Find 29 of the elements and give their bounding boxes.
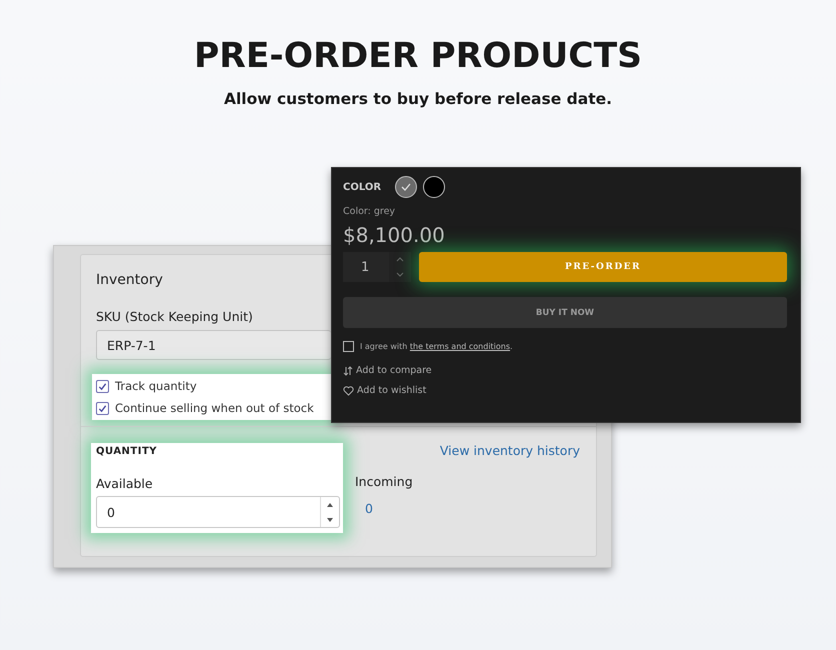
quantity-field[interactable]: 1	[343, 252, 411, 282]
compare-link[interactable]: Add to compare	[343, 365, 787, 376]
checkbox-label: Continue selling when out of stock	[115, 401, 314, 415]
section-heading: QUANTITY	[96, 446, 158, 457]
heart-icon	[343, 386, 354, 396]
terms-link[interactable]: the terms and conditions	[410, 342, 510, 351]
number-field[interactable]: 0	[96, 496, 340, 528]
agree-text: I agree with the terms and conditions.	[360, 342, 513, 351]
field-label: SKU (Stock Keeping Unit)	[96, 309, 253, 324]
incoming-value: 0	[365, 501, 374, 516]
color-swatch[interactable]	[395, 176, 418, 198]
checkbox[interactable]	[343, 341, 354, 352]
buy-now-button[interactable]: BUY IT NOW	[343, 297, 787, 328]
compare-icon	[343, 366, 353, 376]
sku-field[interactable]: ERP-7-1	[96, 330, 331, 360]
color-label: COLOR	[343, 182, 382, 192]
checkbox-label: Track quantity	[115, 379, 197, 393]
card-title: Inventory	[96, 272, 164, 288]
color-swatch[interactable]	[423, 176, 446, 198]
checkbox[interactable]	[96, 380, 109, 392]
price: $8,100.00	[343, 223, 446, 247]
page-heading: PRE-ORDER PRODUCTS	[194, 36, 642, 76]
history-link[interactable]: View inventory history	[440, 443, 580, 458]
color-caption: Color: grey	[343, 206, 396, 217]
field-label: Incoming	[355, 474, 413, 489]
wishlist-link[interactable]: Add to wishlist	[343, 385, 787, 396]
checkbox[interactable]	[96, 402, 109, 414]
page-subheading: Allow customers to buy before release date.	[224, 90, 612, 108]
field-label: Available	[96, 476, 153, 491]
